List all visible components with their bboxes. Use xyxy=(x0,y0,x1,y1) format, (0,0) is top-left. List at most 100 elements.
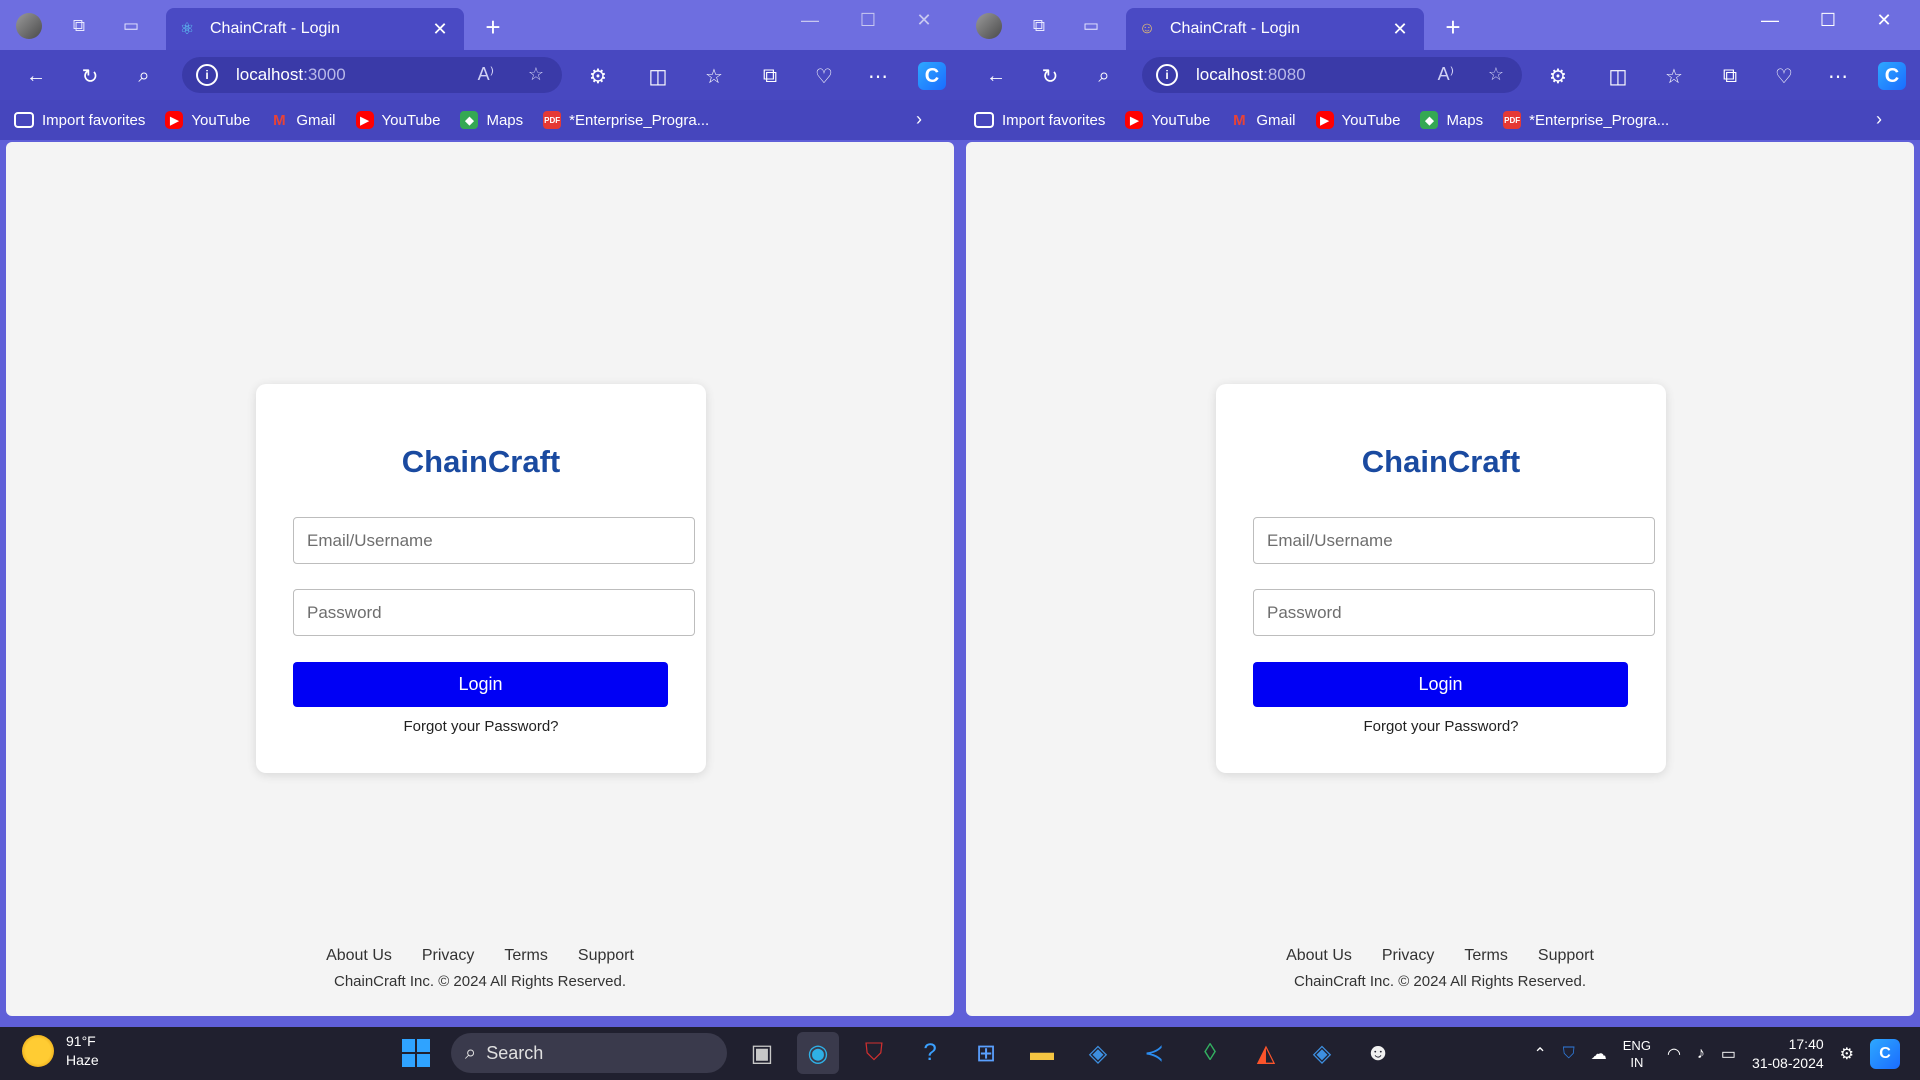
fav-import-favorites[interactable]: Import favorites xyxy=(14,112,145,129)
clock[interactable]: 17:40 31-08-2024 xyxy=(1752,1035,1824,1073)
copilot-taskbar-icon[interactable]: C xyxy=(1870,1039,1900,1069)
email-field[interactable] xyxy=(293,517,695,564)
brave-icon[interactable]: ◭ xyxy=(1245,1032,1287,1074)
extensions-icon[interactable]: ⚙ xyxy=(1544,62,1572,90)
close-tab-icon[interactable]: ✕ xyxy=(428,19,452,40)
docker-desktop-icon[interactable]: ◈ xyxy=(1301,1032,1343,1074)
mcafee-icon[interactable]: ⛉ xyxy=(853,1032,895,1074)
login-button[interactable]: Login xyxy=(1253,662,1628,707)
read-aloud-icon[interactable]: A⁾ xyxy=(478,64,494,85)
edge-icon[interactable]: ◉ xyxy=(797,1032,839,1074)
vscode-icon[interactable]: ≺ xyxy=(1133,1032,1175,1074)
fav-enterprise-pdf[interactable]: PDF *Enterprise_Progra... xyxy=(543,111,709,129)
chevron-right-icon[interactable]: › xyxy=(1876,109,1882,130)
tab-chaincraft-login[interactable]: ☺ ChainCraft - Login ✕ xyxy=(1126,8,1424,50)
more-options-icon[interactable]: ⋯ xyxy=(1824,62,1852,90)
close-window-button[interactable]: ✕ xyxy=(1864,10,1904,31)
profile-avatar[interactable] xyxy=(16,13,42,39)
fav-maps[interactable]: ◆ Maps xyxy=(460,111,523,129)
copilot-icon[interactable]: C xyxy=(918,62,946,90)
password-field[interactable] xyxy=(293,589,695,636)
split-screen-icon[interactable]: ◫ xyxy=(644,62,672,90)
fav-enterprise-pdf[interactable]: PDF *Enterprise_Progra... xyxy=(1503,111,1669,129)
more-options-icon[interactable]: ⋯ xyxy=(864,62,892,90)
collections-icon[interactable]: ⧉ xyxy=(756,62,784,90)
favorites-icon[interactable]: ☆ xyxy=(700,62,728,90)
maximize-button[interactable]: ☐ xyxy=(848,10,888,31)
footer-link-support[interactable]: Support xyxy=(1538,947,1594,965)
back-arrow-icon[interactable]: ← xyxy=(22,62,50,90)
fav-gmail[interactable]: M Gmail xyxy=(270,111,335,129)
maximize-button[interactable]: ☐ xyxy=(1808,10,1848,31)
battery-icon[interactable]: ▭ xyxy=(1721,1044,1736,1064)
search-icon[interactable]: ⌕ xyxy=(1090,62,1118,90)
chevron-right-icon[interactable]: › xyxy=(916,109,922,130)
browser-essentials-icon[interactable]: ♡ xyxy=(810,62,838,90)
taskbar-search[interactable]: ⌕ Search xyxy=(451,1033,727,1073)
weather-widget[interactable]: 91°F Haze xyxy=(22,1032,99,1070)
forgot-password-link[interactable]: Forgot your Password? xyxy=(256,718,706,735)
fav-youtube-2[interactable]: ▶ YouTube xyxy=(1315,111,1400,129)
tab-chaincraft-login[interactable]: ⚛ ChainCraft - Login ✕ xyxy=(166,8,464,50)
tab-actions-icon[interactable]: ▭ xyxy=(118,13,144,39)
profile-avatar[interactable] xyxy=(976,13,1002,39)
minimize-button[interactable]: — xyxy=(790,10,830,31)
task-view-icon[interactable]: ▣ xyxy=(741,1032,783,1074)
collections-icon[interactable]: ⧉ xyxy=(1716,62,1744,90)
footer-link-privacy[interactable]: Privacy xyxy=(1382,947,1434,965)
store-icon[interactable]: ⊞ xyxy=(965,1032,1007,1074)
extensions-icon[interactable]: ⚙ xyxy=(584,62,612,90)
fav-maps[interactable]: ◆ Maps xyxy=(1420,111,1483,129)
onedrive-cloud-icon[interactable]: ☁ xyxy=(1591,1044,1607,1064)
language-indicator[interactable]: ENG IN xyxy=(1623,1037,1651,1071)
refresh-icon[interactable]: ↻ xyxy=(76,62,104,90)
fav-gmail[interactable]: M Gmail xyxy=(1230,111,1295,129)
tab-actions-icon[interactable]: ▭ xyxy=(1078,13,1104,39)
chevron-up-icon[interactable]: ⌃ xyxy=(1533,1044,1546,1064)
mongodb-icon[interactable]: ◊ xyxy=(1189,1032,1231,1074)
footer-link-terms[interactable]: Terms xyxy=(1464,947,1508,965)
fav-youtube-2[interactable]: ▶ YouTube xyxy=(355,111,440,129)
linux-tux-icon[interactable]: ☻ xyxy=(1357,1032,1399,1074)
wifi-icon[interactable]: ◠ xyxy=(1667,1044,1681,1064)
copilot-icon[interactable]: C xyxy=(1878,62,1906,90)
favorites-icon[interactable]: ☆ xyxy=(1660,62,1688,90)
file-explorer-icon[interactable]: ▬ xyxy=(1021,1032,1063,1074)
login-button[interactable]: Login xyxy=(293,662,668,707)
read-aloud-icon[interactable]: A⁾ xyxy=(1438,64,1454,85)
workspaces-icon[interactable]: ⧉ xyxy=(66,13,92,39)
close-window-button[interactable]: ✕ xyxy=(904,10,944,31)
start-button[interactable] xyxy=(395,1032,437,1074)
footer-link-terms[interactable]: Terms xyxy=(504,947,548,965)
settings-gear-icon[interactable]: ⚙ xyxy=(1840,1044,1854,1064)
fav-import-favorites[interactable]: Import favorites xyxy=(974,112,1105,129)
address-bar[interactable]: i localhost:3000 A⁾ ☆ xyxy=(182,57,562,93)
footer-link-privacy[interactable]: Privacy xyxy=(422,947,474,965)
browser-essentials-icon[interactable]: ♡ xyxy=(1770,62,1798,90)
security-shield-icon[interactable]: ⛉ xyxy=(1563,1045,1575,1063)
minimize-button[interactable]: — xyxy=(1750,10,1790,31)
footer-link-about-us[interactable]: About Us xyxy=(326,947,392,965)
volume-icon[interactable]: ♪ xyxy=(1697,1045,1705,1063)
back-arrow-icon[interactable]: ← xyxy=(982,62,1010,90)
close-tab-icon[interactable]: ✕ xyxy=(1388,19,1412,40)
docker-icon[interactable]: ◈ xyxy=(1077,1032,1119,1074)
forgot-password-link[interactable]: Forgot your Password? xyxy=(1216,718,1666,735)
fav-youtube[interactable]: ▶ YouTube xyxy=(165,111,250,129)
footer-link-support[interactable]: Support xyxy=(578,947,634,965)
split-screen-icon[interactable]: ◫ xyxy=(1604,62,1632,90)
footer-link-about-us[interactable]: About Us xyxy=(1286,947,1352,965)
fav-youtube[interactable]: ▶ YouTube xyxy=(1125,111,1210,129)
site-info-icon[interactable]: i xyxy=(196,64,218,86)
new-tab-button[interactable]: + xyxy=(480,12,506,43)
new-tab-button[interactable]: + xyxy=(1440,12,1466,43)
refresh-icon[interactable]: ↻ xyxy=(1036,62,1064,90)
workspaces-icon[interactable]: ⧉ xyxy=(1026,13,1052,39)
email-field[interactable] xyxy=(1253,517,1655,564)
site-info-icon[interactable]: i xyxy=(1156,64,1178,86)
favorite-star-icon[interactable]: ☆ xyxy=(528,64,544,85)
help-icon[interactable]: ? xyxy=(909,1032,951,1074)
search-icon[interactable]: ⌕ xyxy=(130,62,158,90)
favorite-star-icon[interactable]: ☆ xyxy=(1488,64,1504,85)
address-bar[interactable]: i localhost:8080 A⁾ ☆ xyxy=(1142,57,1522,93)
